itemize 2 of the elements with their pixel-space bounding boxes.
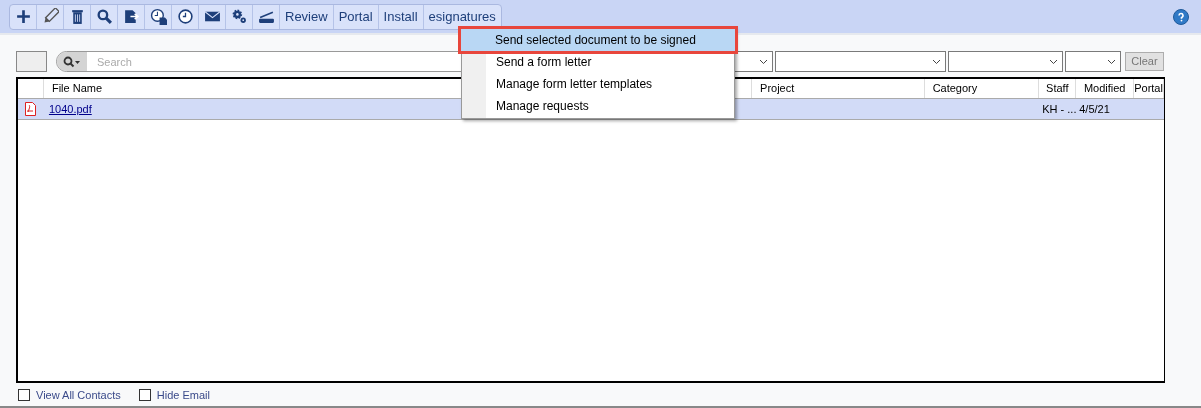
table-cell: KH - ... <box>1042 102 1077 115</box>
table-cell: 4/5/21 <box>1079 102 1110 115</box>
